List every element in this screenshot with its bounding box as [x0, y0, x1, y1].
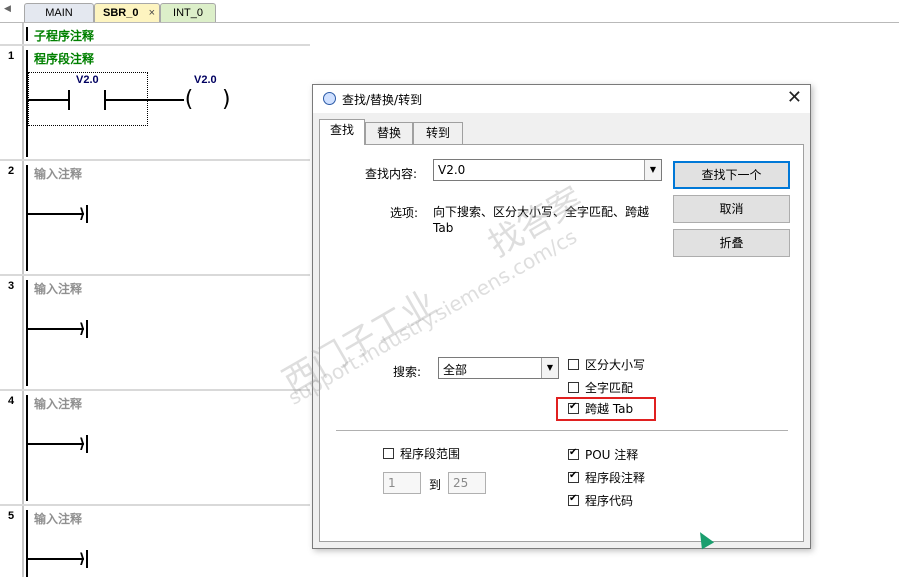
search-scope-label: 搜索:: [393, 365, 422, 379]
wire: [104, 99, 184, 101]
network-comment-checkbox[interactable]: [568, 470, 579, 483]
network-number: 2: [7, 165, 15, 177]
power-rail: [26, 280, 28, 386]
rung-end-arrow-icon[interactable]: ⟩: [79, 552, 85, 566]
across-tabs-checkbox[interactable]: [568, 401, 579, 414]
whole-word-label[interactable]: 全字匹配: [585, 379, 633, 396]
pou-comment-checkbox[interactable]: [568, 447, 579, 460]
wire: [28, 213, 84, 215]
range-from-input[interactable]: 1: [383, 472, 421, 494]
tab-sbr0-label: SBR_0: [103, 7, 139, 19]
power-rail: [26, 510, 28, 577]
find-tab-panel: 查找内容: V2.0 ▼ 选项: 向下搜索、区分大小写、全字匹配、跨越 Tab …: [319, 144, 804, 542]
search-scope-combo[interactable]: 全部 ▼: [438, 357, 559, 379]
find-dialog-icon: [323, 92, 336, 105]
power-rail: [26, 27, 28, 41]
network-number: 3: [7, 280, 15, 292]
network-comment[interactable]: 输入注释: [34, 510, 82, 527]
coil-left-icon[interactable]: (: [182, 89, 195, 111]
tab-close-icon[interactable]: ×: [149, 4, 155, 22]
rung-end-arrow-icon[interactable]: ⟩: [79, 437, 85, 451]
tab-find[interactable]: 查找: [319, 119, 365, 145]
tab-replace[interactable]: 替换: [365, 122, 413, 144]
find-what-combo[interactable]: V2.0 ▼: [433, 159, 662, 181]
network-comment-label[interactable]: 程序段注释: [585, 469, 645, 486]
range-to-label: 到: [429, 478, 442, 492]
match-case-checkbox[interactable]: [568, 359, 579, 370]
tab-int0[interactable]: INT_0: [160, 3, 216, 22]
network-number: 4: [7, 395, 15, 407]
coil-address[interactable]: V2.0: [194, 74, 217, 86]
rung-end-bar: [86, 550, 88, 568]
tab-scroll-left-icon[interactable]: ◀: [4, 4, 11, 14]
wire: [28, 443, 84, 445]
network-comment[interactable]: 输入注释: [34, 395, 82, 412]
range-to-input[interactable]: 25: [448, 472, 486, 494]
tab-goto[interactable]: 转到: [413, 122, 463, 144]
dropdown-arrow-icon[interactable]: ▼: [644, 160, 661, 180]
dropdown-arrow-icon[interactable]: ▼: [541, 358, 558, 378]
program-code-checkbox[interactable]: [568, 493, 579, 506]
search-scope-value: 全部: [443, 363, 468, 377]
tab-sbr0[interactable]: SBR_0 ×: [94, 3, 160, 22]
options-label: 选项:: [390, 206, 419, 220]
rung-end-bar: [86, 435, 88, 453]
find-what-value: V2.0: [438, 163, 466, 177]
rung-end-arrow-icon[interactable]: ⟩: [79, 322, 85, 336]
network-number: 5: [7, 510, 15, 522]
network-separator: [0, 389, 310, 391]
network-comment[interactable]: 程序段注释: [34, 50, 94, 67]
network-separator: [0, 159, 310, 161]
power-rail: [26, 165, 28, 271]
power-rail: [26, 395, 28, 501]
across-tabs-label[interactable]: 跨越 Tab: [585, 400, 633, 417]
tab-main[interactable]: MAIN: [24, 3, 94, 22]
whole-word-checkbox[interactable]: [568, 382, 579, 393]
network-number: 1: [7, 50, 15, 62]
program-comment[interactable]: 子程序注释: [34, 27, 94, 44]
dialog-title-bar[interactable]: 查找/替换/转到 ✕: [313, 85, 810, 113]
find-next-button[interactable]: 查找下一个: [673, 161, 790, 189]
wire: [28, 328, 84, 330]
rung-end-bar: [86, 320, 88, 338]
contact-left: [68, 90, 70, 110]
coil-right-icon: ): [220, 87, 234, 112]
wire: [28, 99, 68, 101]
match-case-label[interactable]: 区分大小写: [585, 356, 645, 373]
find-what-label: 查找内容:: [365, 167, 418, 181]
network-separator: [0, 44, 310, 46]
collapse-button[interactable]: 折叠: [673, 229, 790, 257]
contact-address[interactable]: V2.0: [76, 74, 99, 86]
section-divider: [336, 430, 788, 431]
network-separator: [0, 274, 310, 276]
cancel-button[interactable]: 取消: [673, 195, 790, 223]
network-comment[interactable]: 输入注释: [34, 165, 82, 182]
network-separator: [0, 504, 310, 506]
pou-comment-label[interactable]: POU 注释: [585, 446, 638, 463]
wire: [28, 558, 84, 560]
close-icon[interactable]: ✕: [787, 87, 802, 108]
rung-end-bar: [86, 205, 88, 223]
pou-tab-bar: ◀ MAIN SBR_0 × INT_0: [0, 0, 899, 23]
dialog-title: 查找/替换/转到: [342, 93, 423, 107]
network-range-label[interactable]: 程序段范围: [400, 445, 460, 462]
network-range-checkbox[interactable]: [383, 448, 394, 459]
editor-gutter: [22, 23, 24, 577]
options-summary: 向下搜索、区分大小写、全字匹配、跨越 Tab: [433, 205, 650, 235]
rung-end-arrow-icon[interactable]: ⟩: [79, 207, 85, 221]
find-replace-dialog: 查找/替换/转到 ✕ 查找 替换 转到 查找内容: V2.0 ▼ 选项: 向下搜…: [276, 84, 811, 550]
network-comment[interactable]: 输入注释: [34, 280, 82, 297]
program-code-label[interactable]: 程序代码: [585, 492, 633, 509]
